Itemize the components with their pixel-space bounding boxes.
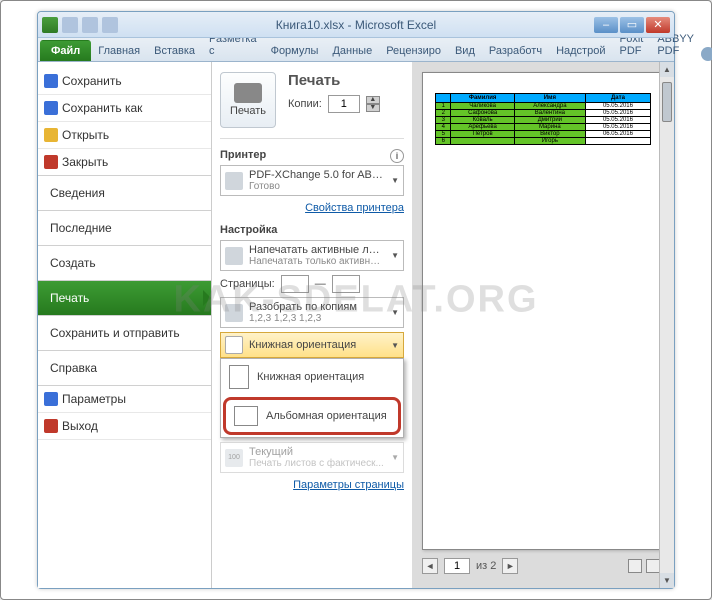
options-icon bbox=[44, 392, 58, 406]
landscape-page-icon bbox=[234, 406, 258, 426]
tab-review[interactable]: Рецензиро bbox=[379, 40, 448, 61]
print-what-select[interactable]: Напечатать активные листыНапечатать толь… bbox=[220, 240, 404, 271]
save-icon bbox=[44, 74, 58, 88]
sidebar-new[interactable]: Создать bbox=[38, 246, 211, 281]
saveas-icon bbox=[44, 101, 58, 115]
sidebar-recent[interactable]: Последние bbox=[38, 211, 211, 246]
preview-table: ФамилияИмяДата 1ЧаликоваАлександра05.05.… bbox=[435, 93, 651, 145]
chevron-down-icon: ▼ bbox=[391, 176, 399, 185]
printer-device-icon bbox=[225, 172, 243, 190]
portrait-icon bbox=[225, 336, 243, 354]
scroll-thumb[interactable] bbox=[662, 82, 672, 122]
scroll-down-icon[interactable]: ▼ bbox=[660, 573, 674, 588]
scaling-select[interactable]: 100 ТекущийПечать листов с фактическ... … bbox=[220, 442, 404, 473]
tab-addins[interactable]: Надстрой bbox=[549, 40, 612, 61]
qat-undo-icon[interactable] bbox=[82, 17, 98, 33]
scroll-up-icon[interactable]: ▲ bbox=[660, 62, 674, 77]
page-prev-button[interactable]: ◄ bbox=[422, 558, 438, 574]
chevron-down-icon: ▼ bbox=[391, 453, 399, 462]
orientation-portrait-item[interactable]: Книжная ориентация bbox=[221, 359, 403, 395]
excel-icon bbox=[42, 17, 58, 33]
close-button[interactable]: ✕ bbox=[646, 17, 670, 33]
printer-select[interactable]: PDF-XChange 5.0 for ABBYY Готово ▼ bbox=[220, 165, 404, 196]
print-header: Печать bbox=[288, 72, 380, 89]
orientation-landscape-item[interactable]: Альбомная ориентация bbox=[223, 397, 401, 435]
orientation-dropdown: Книжная ориентация Альбомная ориентация bbox=[220, 358, 404, 438]
collate-select[interactable]: Разобрать по копиям1,2,3 1,2,3 1,2,3 ▼ bbox=[220, 297, 404, 328]
tab-developer[interactable]: Разработч bbox=[482, 40, 549, 61]
sidebar-exit[interactable]: Выход bbox=[38, 413, 211, 440]
sidebar-help[interactable]: Справка bbox=[38, 351, 211, 386]
sidebar-open[interactable]: Открыть bbox=[38, 122, 211, 149]
minimize-button[interactable]: – bbox=[594, 17, 618, 33]
pages-to-input[interactable] bbox=[332, 275, 360, 293]
sidebar-saveas[interactable]: Сохранить как bbox=[38, 95, 211, 122]
zoom-fit-icon[interactable] bbox=[646, 559, 660, 573]
maximize-button[interactable]: ▭ bbox=[620, 17, 644, 33]
sidebar-saveshare[interactable]: Сохранить и отправить bbox=[38, 316, 211, 351]
page-count-label: из 2 bbox=[476, 560, 496, 572]
settings-header: Настройка bbox=[220, 224, 404, 236]
tab-home[interactable]: Главная bbox=[91, 40, 147, 61]
ribbon-minimize-icon[interactable] bbox=[701, 47, 712, 61]
qat-save-icon[interactable] bbox=[62, 17, 78, 33]
pages-label: Страницы: bbox=[220, 278, 275, 290]
preview-page: ФамилияИмяДата 1ЧаликоваАлександра05.05.… bbox=[422, 72, 664, 550]
printer-info-icon[interactable]: i bbox=[390, 149, 404, 163]
orientation-select[interactable]: Книжная ориентация ▼ bbox=[220, 332, 404, 358]
backstage-sidebar: Сохранить Сохранить как Открыть Закрыть … bbox=[38, 62, 212, 588]
tab-data[interactable]: Данные bbox=[325, 40, 379, 61]
sidebar-print[interactable]: Печать bbox=[38, 281, 211, 316]
page-100-icon: 100 bbox=[225, 449, 243, 467]
page-setup-link[interactable]: Параметры страницы bbox=[293, 479, 404, 491]
open-icon bbox=[44, 128, 58, 142]
chevron-down-icon: ▼ bbox=[391, 251, 399, 260]
tab-insert[interactable]: Вставка bbox=[147, 40, 202, 61]
page-number-input[interactable] bbox=[444, 558, 470, 574]
preview-scrollbar[interactable]: ▲ ▼ bbox=[659, 62, 674, 588]
printer-properties-link[interactable]: Свойства принтера bbox=[305, 202, 404, 214]
window-title: Книга10.xlsx - Microsoft Excel bbox=[38, 18, 674, 32]
qat-redo-icon[interactable] bbox=[102, 17, 118, 33]
chevron-down-icon: ▼ bbox=[391, 308, 399, 317]
tab-file[interactable]: Файл bbox=[40, 40, 91, 61]
tab-view[interactable]: Вид bbox=[448, 40, 482, 61]
zoom-page-icon[interactable] bbox=[628, 559, 642, 573]
portrait-page-icon bbox=[229, 365, 249, 389]
sidebar-options[interactable]: Параметры bbox=[38, 386, 211, 413]
printer-header: Принтер bbox=[220, 149, 266, 161]
sidebar-info[interactable]: Сведения bbox=[38, 176, 211, 211]
printer-icon bbox=[234, 83, 262, 103]
sheets-icon bbox=[225, 247, 243, 265]
copies-input[interactable] bbox=[328, 95, 360, 113]
print-button[interactable]: Печать bbox=[220, 72, 276, 128]
close-icon bbox=[44, 155, 58, 169]
print-preview: ФамилияИмяДата 1ЧаликоваАлександра05.05.… bbox=[412, 62, 674, 588]
tab-formulas[interactable]: Формулы bbox=[264, 40, 326, 61]
pages-from-input[interactable] bbox=[281, 275, 309, 293]
page-next-button[interactable]: ► bbox=[502, 558, 518, 574]
sidebar-save[interactable]: Сохранить bbox=[38, 68, 211, 95]
copies-spinner[interactable]: ▲▼ bbox=[366, 96, 380, 112]
collate-icon bbox=[225, 304, 243, 322]
copies-label: Копии: bbox=[288, 98, 322, 110]
chevron-down-icon: ▼ bbox=[391, 341, 399, 350]
exit-icon bbox=[44, 419, 58, 433]
sidebar-close[interactable]: Закрыть bbox=[38, 149, 211, 176]
